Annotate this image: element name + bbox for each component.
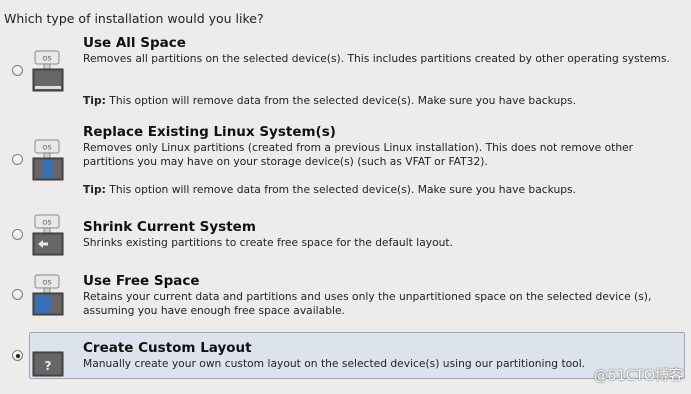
disk-replace-linux-icon: OS (32, 139, 64, 181)
watermark: @51CTO博客 (593, 368, 683, 384)
disk-shrink-icon: OS (32, 214, 64, 256)
svg-text:OS: OS (42, 219, 51, 227)
radio-use-all-space[interactable] (12, 65, 23, 76)
question-label: Which type of installation would you lik… (4, 11, 264, 26)
option-title: Replace Existing Linux System(s) (83, 124, 336, 140)
disk-all-space-icon: OS (32, 50, 64, 92)
option-title: Shrink Current System (83, 219, 256, 235)
svg-text:OS: OS (42, 55, 51, 63)
option-description: Retains your current data and partitions… (83, 290, 652, 317)
radio-shrink-current-system[interactable] (12, 229, 23, 240)
option-tip: Tip: This option will remove data from t… (83, 94, 576, 107)
option-description: Manually create your own custom layout o… (83, 357, 586, 370)
tip-text: This option will remove data from the se… (109, 183, 577, 196)
radio-replace-existing-linux[interactable] (12, 154, 23, 165)
radio-create-custom-layout[interactable] (12, 350, 23, 361)
disk-custom-layout-icon: ? (32, 351, 64, 377)
option-title: Create Custom Layout (83, 340, 252, 356)
svg-text:OS: OS (42, 279, 51, 287)
radio-use-free-space[interactable] (12, 289, 23, 300)
svg-text:?: ? (45, 359, 52, 373)
tip-text: This option will remove data from the se… (109, 94, 577, 107)
option-description: Removes only Linux partitions (created f… (83, 141, 634, 168)
option-title: Use All Space (83, 35, 186, 51)
option-title: Use Free Space (83, 273, 200, 289)
option-description: Shrinks existing partitions to create fr… (83, 236, 453, 249)
tip-label: Tip: (83, 94, 106, 107)
svg-text:OS: OS (42, 144, 51, 152)
tip-label: Tip: (83, 183, 106, 196)
disk-free-space-icon: OS (32, 274, 64, 316)
option-description: Removes all partitions on the selected d… (83, 52, 670, 65)
option-tip: Tip: This option will remove data from t… (83, 183, 576, 196)
